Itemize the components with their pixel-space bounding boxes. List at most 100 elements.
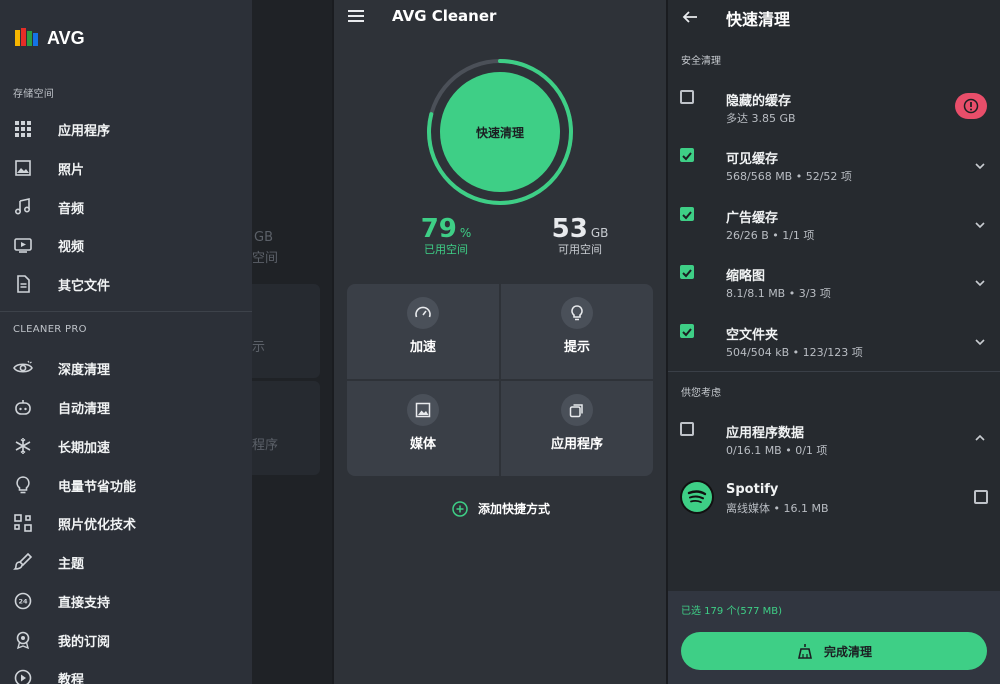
photo-optimize-icon bbox=[14, 514, 32, 532]
lightbulb-icon bbox=[571, 305, 583, 321]
visible-cache-row[interactable]: 可见缓存 568/568 MB • 52/52 项 bbox=[668, 140, 1000, 198]
play-circle-icon bbox=[14, 669, 32, 684]
tile-icon bbox=[561, 297, 593, 329]
row-title: Spotify bbox=[726, 482, 779, 497]
sidebar-item-theme[interactable]: 主题 bbox=[0, 543, 252, 581]
menu-icon[interactable] bbox=[348, 10, 364, 22]
behind-apps: 程序 bbox=[252, 438, 279, 453]
check-icon bbox=[682, 269, 692, 278]
sidebar-item-battery-saver[interactable]: 电量节省功能 bbox=[0, 466, 252, 504]
brand-name: AVG bbox=[47, 27, 85, 48]
sidebar-item-label: 照片优化技术 bbox=[58, 517, 137, 533]
sidebar-item-label: 电量节省功能 bbox=[58, 479, 137, 495]
chevron-down-icon[interactable] bbox=[974, 336, 986, 348]
app-data-row[interactable]: 应用程序数据 0/16.1 MB • 0/1 项 bbox=[668, 414, 1000, 472]
apps-stack-icon bbox=[569, 404, 583, 418]
tile-icon bbox=[561, 394, 593, 426]
checkbox-checked[interactable] bbox=[680, 148, 694, 162]
hidden-cache-row[interactable]: 隐藏的缓存 多达 3.85 GB bbox=[668, 82, 1000, 140]
tile-label: 应用程序 bbox=[550, 437, 603, 452]
apps-tile[interactable]: 应用程序 bbox=[501, 381, 653, 476]
sidebar-item-label: 教程 bbox=[58, 672, 85, 684]
apps-grid-icon bbox=[15, 121, 31, 137]
behind-gb: GB bbox=[254, 230, 273, 245]
eye-icon bbox=[13, 360, 33, 373]
chevron-down-icon[interactable] bbox=[974, 160, 986, 172]
chevron-down-icon[interactable] bbox=[974, 277, 986, 289]
tips-tile[interactable]: 提示 bbox=[501, 284, 653, 379]
app-title: AVG Cleaner bbox=[392, 7, 497, 25]
behind-hint: 示 bbox=[252, 340, 266, 355]
home-screen: AVG Cleaner 快速清理 79% 已用空间 53GB 可用空间 加速 bbox=[334, 0, 666, 684]
image-icon bbox=[415, 402, 431, 418]
chevron-up-icon[interactable] bbox=[974, 432, 986, 444]
behind-space: 空间 bbox=[252, 251, 279, 266]
media-tile[interactable]: 媒体 bbox=[347, 381, 499, 476]
add-circle-icon bbox=[452, 500, 468, 517]
back-arrow-icon[interactable] bbox=[682, 9, 698, 25]
top-app-bar: 快速清理 bbox=[668, 0, 1000, 34]
storage-section-label: 存储空间 bbox=[13, 89, 55, 100]
sidebar-item-apps[interactable]: 应用程序 bbox=[0, 110, 252, 148]
image-icon bbox=[15, 160, 31, 176]
boost-tile[interactable]: 加速 bbox=[347, 284, 499, 379]
sidebar-item-tutorial[interactable]: 教程 bbox=[0, 659, 252, 684]
sidebar-item-label: 自动清理 bbox=[58, 401, 111, 417]
alert-icon bbox=[963, 98, 979, 114]
sidebar-item-long-boost[interactable]: 长期加速 bbox=[0, 427, 252, 465]
sidebar-item-audio[interactable]: 音频 bbox=[0, 188, 252, 226]
section-divider bbox=[668, 371, 1000, 372]
checkbox-checked[interactable] bbox=[680, 207, 694, 221]
sidebar-item-label: 我的订阅 bbox=[58, 634, 111, 650]
empty-folders-row[interactable]: 空文件夹 504/504 kB • 123/123 项 bbox=[668, 316, 1000, 374]
page-title: 快速清理 bbox=[726, 10, 791, 29]
used-space-unit: % bbox=[459, 226, 472, 240]
finish-clean-button[interactable]: 完成清理 bbox=[681, 632, 987, 670]
sidebar-item-other-files[interactable]: 其它文件 bbox=[0, 265, 252, 303]
add-shortcut-button[interactable]: 添加快捷方式 bbox=[452, 500, 550, 517]
chevron-down-icon[interactable] bbox=[974, 219, 986, 231]
row-subtitle: 568/568 MB • 52/52 项 bbox=[726, 170, 852, 183]
sidebar-item-photos[interactable]: 照片 bbox=[0, 149, 252, 187]
sidebar-item-label: 应用程序 bbox=[58, 123, 111, 139]
tile-label: 加速 bbox=[409, 340, 436, 355]
badge-icon bbox=[16, 631, 30, 650]
robot-icon bbox=[15, 400, 31, 415]
sidebar-item-subscription[interactable]: 我的订阅 bbox=[0, 621, 252, 659]
row-title: 应用程序数据 bbox=[726, 426, 805, 441]
support-24-icon: 24 bbox=[14, 592, 32, 610]
sidebar-item-video[interactable]: 视频 bbox=[0, 226, 252, 264]
checkbox[interactable] bbox=[680, 90, 694, 104]
sidebar-item-photo-optimizer[interactable]: 照片优化技术 bbox=[0, 504, 252, 542]
tile-icon bbox=[407, 394, 439, 426]
checkbox[interactable] bbox=[680, 422, 694, 436]
warning-badge[interactable] bbox=[955, 93, 987, 119]
pro-section-label: CLEANER PRO bbox=[13, 324, 87, 335]
drawer-scrim-content: GB 空间 示 程序 bbox=[242, 0, 332, 684]
sidebar-item-direct-support[interactable]: 24 直接支持 bbox=[0, 582, 252, 620]
lightbulb-icon bbox=[16, 476, 30, 494]
bottom-action-area: 已选 179 个(577 MB) 完成清理 bbox=[668, 591, 1000, 684]
top-app-bar: AVG Cleaner bbox=[334, 0, 666, 34]
tile-label: 提示 bbox=[563, 340, 590, 355]
sidebar-item-label: 主题 bbox=[58, 556, 85, 572]
used-space-stat: 79% 已用空间 bbox=[390, 214, 502, 257]
spotify-row[interactable]: Spotify 离线媒体 • 16.1 MB bbox=[668, 474, 1000, 532]
sidebar-item-label: 直接支持 bbox=[58, 595, 111, 611]
sidebar-item-deep-clean[interactable]: 深度清理 bbox=[0, 349, 252, 387]
tile-label: 媒体 bbox=[409, 437, 436, 452]
behind-card bbox=[242, 381, 320, 475]
row-subtitle: 0/16.1 MB • 0/1 项 bbox=[726, 444, 828, 457]
checkbox-checked[interactable] bbox=[680, 324, 694, 338]
thumbnails-row[interactable]: 缩略图 8.1/8.1 MB • 3/3 项 bbox=[668, 257, 1000, 315]
sidebar-item-label: 照片 bbox=[58, 162, 85, 178]
drawer-screen: GB 空间 示 程序 AVG 存储空间 应用程序 照片 音频 视频 其它文件 C… bbox=[0, 0, 332, 684]
ad-cache-row[interactable]: 广告缓存 26/26 B • 1/1 项 bbox=[668, 199, 1000, 257]
sidebar-item-label: 音频 bbox=[58, 201, 85, 217]
row-subtitle: 504/504 kB • 123/123 项 bbox=[726, 346, 863, 359]
checkbox-checked[interactable] bbox=[680, 265, 694, 279]
avg-logo: AVG bbox=[13, 26, 85, 50]
sidebar-item-auto-clean[interactable]: 自动清理 bbox=[0, 388, 252, 426]
quick-clean-button[interactable]: 快速清理 bbox=[440, 72, 560, 192]
checkbox[interactable] bbox=[974, 490, 988, 504]
